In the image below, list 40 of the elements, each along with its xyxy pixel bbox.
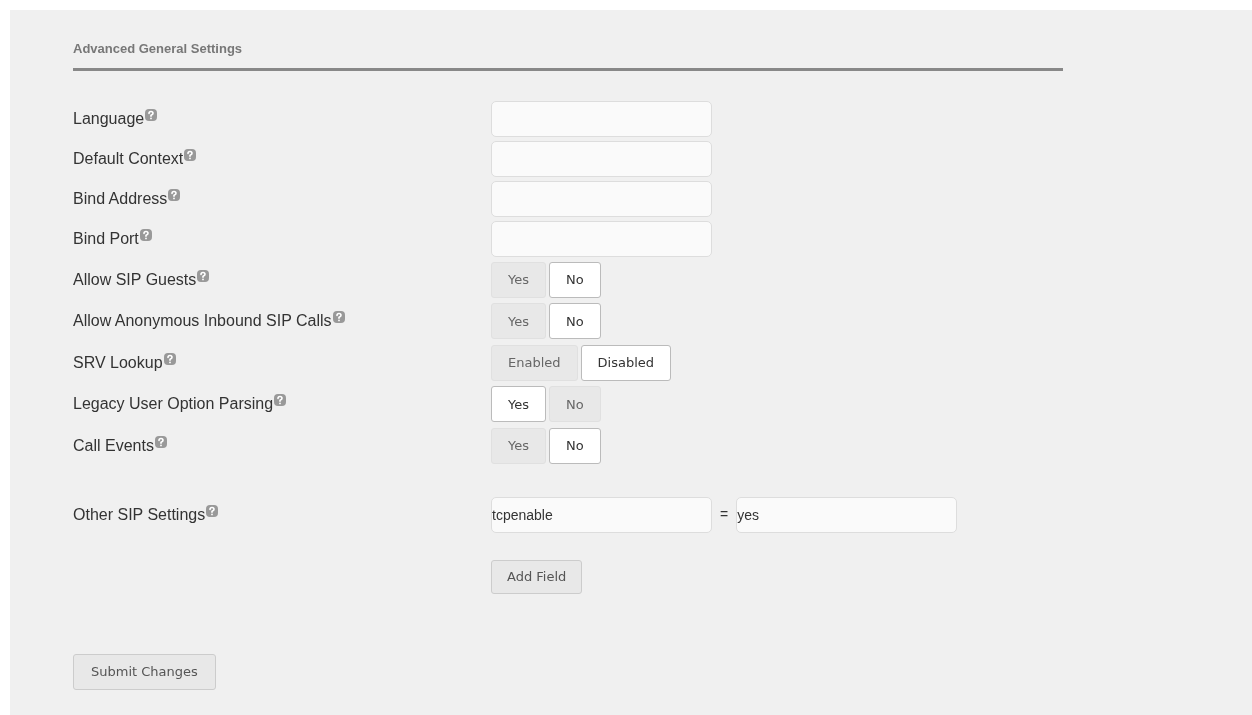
setting-label: Default Context <box>73 149 184 169</box>
toggle-option[interactable]: Yes <box>491 303 546 340</box>
help-icon <box>139 229 152 241</box>
setting-label: Bind Address <box>73 189 168 209</box>
toggle-option[interactable]: Enabled <box>491 344 578 381</box>
section-title: Advanced General Settings <box>73 41 243 56</box>
toggle-option[interactable]: No <box>549 386 601 423</box>
setting-label: Allow SIP Guests <box>73 269 197 290</box>
toggle-option[interactable]: Yes <box>491 261 546 298</box>
help-icon <box>163 352 176 365</box>
key-field[interactable]: tcpenable <box>491 496 712 533</box>
text-field[interactable] <box>491 181 712 217</box>
setting-label: Legacy User Option Parsing <box>73 394 274 415</box>
setting-label: Allow Anonymous Inbound SIP Calls <box>73 311 332 332</box>
help-icon <box>332 311 345 324</box>
value-field[interactable]: yes <box>736 496 958 533</box>
setting-label: Call Events <box>73 435 154 456</box>
equals-sign: = <box>720 505 729 524</box>
toggle-option[interactable]: No <box>549 261 601 298</box>
toggle-option[interactable]: Yes <box>491 427 546 464</box>
help-icon <box>197 269 210 282</box>
setting-label: Other SIP Settings <box>73 504 206 525</box>
text-field[interactable] <box>491 221 712 257</box>
text-field[interactable] <box>491 101 712 137</box>
help-icon <box>274 394 287 407</box>
help-icon <box>206 504 219 517</box>
toggle-option[interactable]: No <box>549 303 601 340</box>
help-icon <box>154 435 167 448</box>
help-icon <box>168 189 181 201</box>
setting-label: SRV Lookup <box>73 352 163 373</box>
text-field[interactable] <box>491 141 712 177</box>
toggle-option[interactable]: No <box>549 427 601 464</box>
help-icon <box>145 109 158 121</box>
help-icon <box>184 149 197 161</box>
setting-label: Language <box>73 109 145 129</box>
toggle-option[interactable]: Disabled <box>580 344 672 381</box>
toggle-option[interactable]: Yes <box>491 386 546 423</box>
add-field-button[interactable]: Add Field <box>491 559 583 594</box>
setting-label: Bind Port <box>73 229 139 249</box>
submit-button[interactable]: Submit Changes <box>73 653 216 690</box>
